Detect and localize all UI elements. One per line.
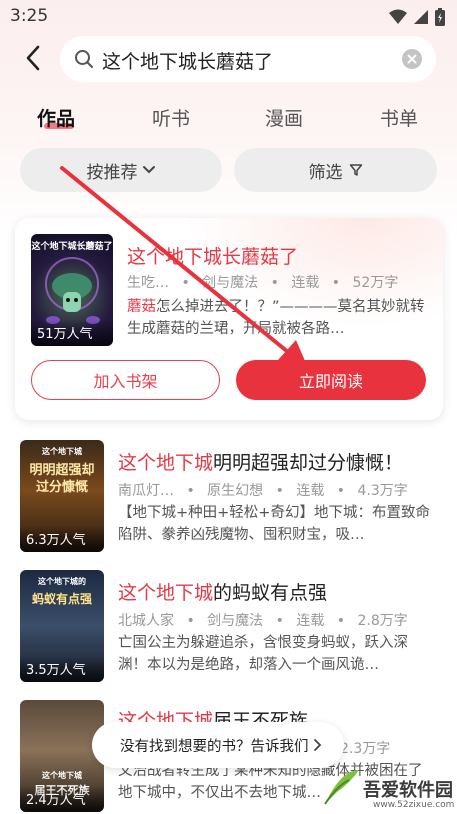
status-time: 3:25 (10, 6, 49, 26)
featured-book-card[interactable]: 这个地下城长蘑菇了 51万人气 这个地下城长蘑菇了 生吃… • 剑与魔法 • 连… (15, 218, 443, 420)
title-highlight: 这个地下城 (118, 452, 214, 474)
book-genre: 原生幻想 (207, 483, 264, 499)
book-cover[interactable]: 这个地下城长蘑菇了 51万人气 (31, 234, 113, 346)
cover-title: 蚂蚁有点强 (31, 592, 92, 606)
desc-highlight: 蘑菇 (127, 299, 156, 315)
chevron-down-icon (142, 166, 155, 174)
back-arrow-icon (26, 45, 40, 71)
cover-top-text: 这个地下城 (42, 771, 82, 780)
book-word-count: 52万字 (352, 275, 399, 291)
filter-label: 筛选 (308, 162, 343, 183)
tab-comics[interactable]: 漫画 (265, 104, 303, 131)
search-query: 这个地下城长蘑菇了 (102, 51, 274, 73)
book-status: 连载 (291, 275, 320, 291)
book-word-count: 4.3万字 (357, 483, 408, 499)
tab-works[interactable]: 作品 (37, 104, 75, 131)
popularity-label: 2.4万人气 (20, 786, 104, 812)
book-meta: 北城人家 • 剑与魔法 • 连载 • 2.8万字 (118, 613, 408, 629)
tab-booklists[interactable]: 书单 (380, 104, 418, 131)
popularity-label: 51万人气 (31, 320, 113, 346)
watermark-url: www.52zixue.com (373, 800, 455, 810)
battery-icon (435, 8, 445, 26)
clear-icon[interactable] (402, 49, 422, 69)
filter-button[interactable]: 筛选 (234, 148, 437, 192)
cover-top-text: 这个地下城的 (38, 577, 86, 586)
result-item[interactable]: 这个地下城的 蚂蚁有点强 3.5万人气 这个地下城的蚂蚁有点强 北城人家 • 剑… (0, 570, 457, 700)
featured-book-meta: 生吃… • 剑与魔法 • 连载 • 52万字 (127, 275, 399, 291)
book-title[interactable]: 这个地下城的蚂蚁有点强 (118, 578, 327, 605)
title-rest: 明明超强却过分慷慨！ (213, 452, 404, 474)
popularity-label: 6.3万人气 (20, 526, 104, 552)
feedback-text: 没有找到想要的书？告诉我们 (120, 738, 309, 755)
search-icon (75, 50, 93, 68)
book-genre: 剑与魔法 (207, 613, 264, 629)
book-cover[interactable]: 这个地下城 届王不死族 2.4万人气 (20, 700, 104, 812)
title-highlight: 这个地下城 (118, 582, 214, 604)
result-item[interactable]: 这个地下城 明明超强却过分慷慨 6.3万人气 这个地下城明明超强却过分慷慨！ 南… (0, 440, 457, 570)
signal-icon (414, 10, 428, 24)
book-status: 连载 (296, 613, 325, 629)
cover-top-text: 这个地下城 (42, 447, 82, 456)
sort-dropdown[interactable]: 按推荐 (20, 148, 222, 192)
cover-title: 明明超强却过分慷慨 (29, 463, 95, 495)
book-genre: 剑与魔法 (202, 275, 259, 291)
book-author[interactable]: 北城人家 (118, 613, 174, 629)
filter-funnel-icon (349, 164, 362, 176)
book-cover[interactable]: 这个地下城的 蚂蚁有点强 3.5万人气 (20, 570, 104, 682)
back-button[interactable] (22, 44, 46, 72)
book-cover[interactable]: 这个地下城 明明超强却过分慷慨 6.3万人气 (20, 440, 104, 552)
book-description: 【地下城+种田+轻松+奇幻】地下城：布置致命陷阱、豢养凶残魔物、囤积财宝，吸… (118, 505, 430, 543)
book-title[interactable]: 这个地下城明明超强却过分慷慨！ (118, 448, 403, 475)
site-watermark: 吾爱软件园 www.52zixue.com (319, 750, 455, 812)
book-meta: 南瓜灯… • 原生幻想 • 连载 • 4.3万字 (118, 483, 408, 499)
tab-audiobooks[interactable]: 听书 (152, 104, 190, 131)
add-to-shelf-button[interactable]: 加入书架 (31, 360, 220, 400)
featured-book-title[interactable]: 这个地下城长蘑菇了 (127, 242, 298, 269)
watermark-text: 吾爱软件园 (363, 780, 453, 801)
book-status: 连载 (296, 483, 325, 499)
status-icons (389, 8, 445, 26)
desc-text: 怎么掉进去了！？”————莫名其妙就转生成蘑菇的兰珺，开局就被各路… (127, 299, 425, 337)
status-bar: 3:25 (0, 0, 457, 32)
read-now-button[interactable]: 立即阅读 (236, 360, 426, 400)
title-rest: 的蚂蚁有点强 (213, 582, 328, 604)
book-description: 亡国公主为躲避追杀，含恨变身蚂蚁，跃入深渊！本以为是绝路，却落入一个画风诡… (118, 635, 408, 673)
sort-label: 按推荐 (86, 162, 138, 183)
watermark-logo-icon (324, 770, 359, 805)
wifi-icon (389, 9, 407, 24)
feedback-prompt[interactable]: 没有找到想要的书？告诉我们 (92, 722, 344, 768)
popularity-label: 3.5万人气 (20, 656, 104, 682)
book-author[interactable]: 生吃… (127, 275, 169, 291)
book-word-count: 2.8万字 (357, 613, 408, 629)
book-author[interactable]: 南瓜灯… (118, 483, 174, 499)
featured-book-description: 蘑菇怎么掉进去了！？”————莫名其妙就转生成蘑菇的兰珺，开局就被各路… (127, 296, 427, 340)
search-input[interactable]: 这个地下城长蘑菇了 (60, 36, 436, 82)
